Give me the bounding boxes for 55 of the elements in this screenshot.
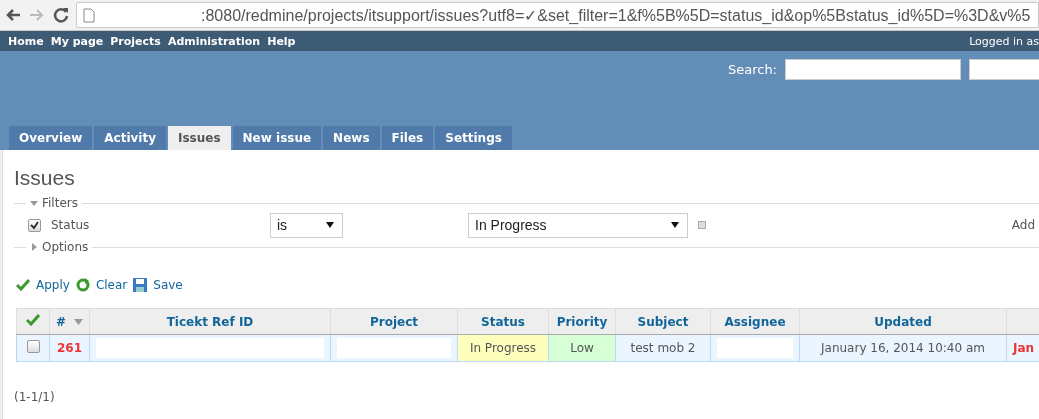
checkmark-icon <box>16 279 30 291</box>
add-filter-label: Add <box>1011 218 1035 232</box>
operator-select[interactable]: is <box>270 212 343 238</box>
filter-checkbox[interactable] <box>28 218 41 232</box>
project-tab[interactable]: News <box>323 126 380 150</box>
url-text: :8080/redmine/projects/itsupport/issues?utf8=✓&set_filter=1&f%5B%5D=status_id&op%5Bstatus_id%5D=%3D&v%5 <box>200 5 1031 25</box>
caret-icon <box>671 222 679 228</box>
project-tab[interactable]: Activity <box>94 126 166 150</box>
value-select[interactable]: In Progress <box>468 212 688 238</box>
project-jump-field[interactable] <box>969 59 1039 80</box>
project-tab[interactable]: Overview <box>9 126 93 150</box>
table-cell: January 16, 2014 10:40 am <box>799 334 1007 362</box>
page-title: Issues <box>14 166 76 190</box>
column-header[interactable]: Ticekt Ref ID <box>89 308 331 335</box>
sort-caret-icon <box>74 318 84 325</box>
triangle-icon <box>30 243 38 251</box>
project-tab[interactable]: Settings <box>435 126 512 150</box>
page-icon <box>83 7 95 23</box>
options-toggle[interactable]: Options <box>30 240 89 254</box>
small-square-icon <box>698 221 706 229</box>
column-header[interactable]: Subject <box>615 308 711 335</box>
column-header[interactable]: Assignee <box>710 308 800 335</box>
triangle-icon <box>30 199 38 207</box>
filter-label: Status <box>51 218 91 232</box>
search-label: Search: <box>727 62 777 77</box>
caret-icon <box>326 222 334 228</box>
reload-icon[interactable] <box>52 6 70 24</box>
logged-in-text: Logged in as <box>969 34 1039 48</box>
column-header[interactable]: Priority <box>548 308 616 335</box>
project-tab[interactable]: Issues <box>168 126 231 150</box>
row-checkbox[interactable] <box>26 340 40 353</box>
column-header[interactable]: Updated <box>799 308 1007 335</box>
project-tab[interactable]: Files <box>381 126 434 150</box>
project-tab[interactable]: New issue <box>232 126 322 150</box>
action-link[interactable]: Apply <box>36 278 70 292</box>
select-all-icon <box>26 314 40 326</box>
top-menu-link[interactable]: Projects <box>110 34 161 48</box>
top-menu-link[interactable]: Home <box>8 34 44 48</box>
top-menu-link[interactable]: My page <box>50 34 104 48</box>
address-bar[interactable]: :8080/redmine/projects/itsupport/issues?utf8=✓&set_filter=1&f%5B%5D=status_id&op%5Bstatus_id%5D=%3D&v%5 <box>76 2 1039 28</box>
column-header[interactable]: # <box>55 314 67 329</box>
column-header[interactable]: Status <box>457 308 549 335</box>
due-date-text: Jan <box>1013 341 1035 355</box>
pagination-text: (1-1/1) <box>14 390 56 404</box>
action-link[interactable]: Save <box>153 278 183 292</box>
table-cell: test mob 2 <box>615 334 711 362</box>
top-menu-link[interactable]: Help <box>267 34 296 48</box>
action-link[interactable]: Clear <box>95 278 128 292</box>
search-field[interactable] <box>785 59 961 80</box>
filters-toggle[interactable]: Filters <box>30 196 78 210</box>
table-cell: In Progress <box>457 334 549 362</box>
column-header[interactable]: Project <box>330 308 458 335</box>
top-menu-link[interactable]: Administration <box>167 34 261 48</box>
refresh-icon <box>75 278 90 292</box>
table-cell: Low <box>548 334 616 362</box>
